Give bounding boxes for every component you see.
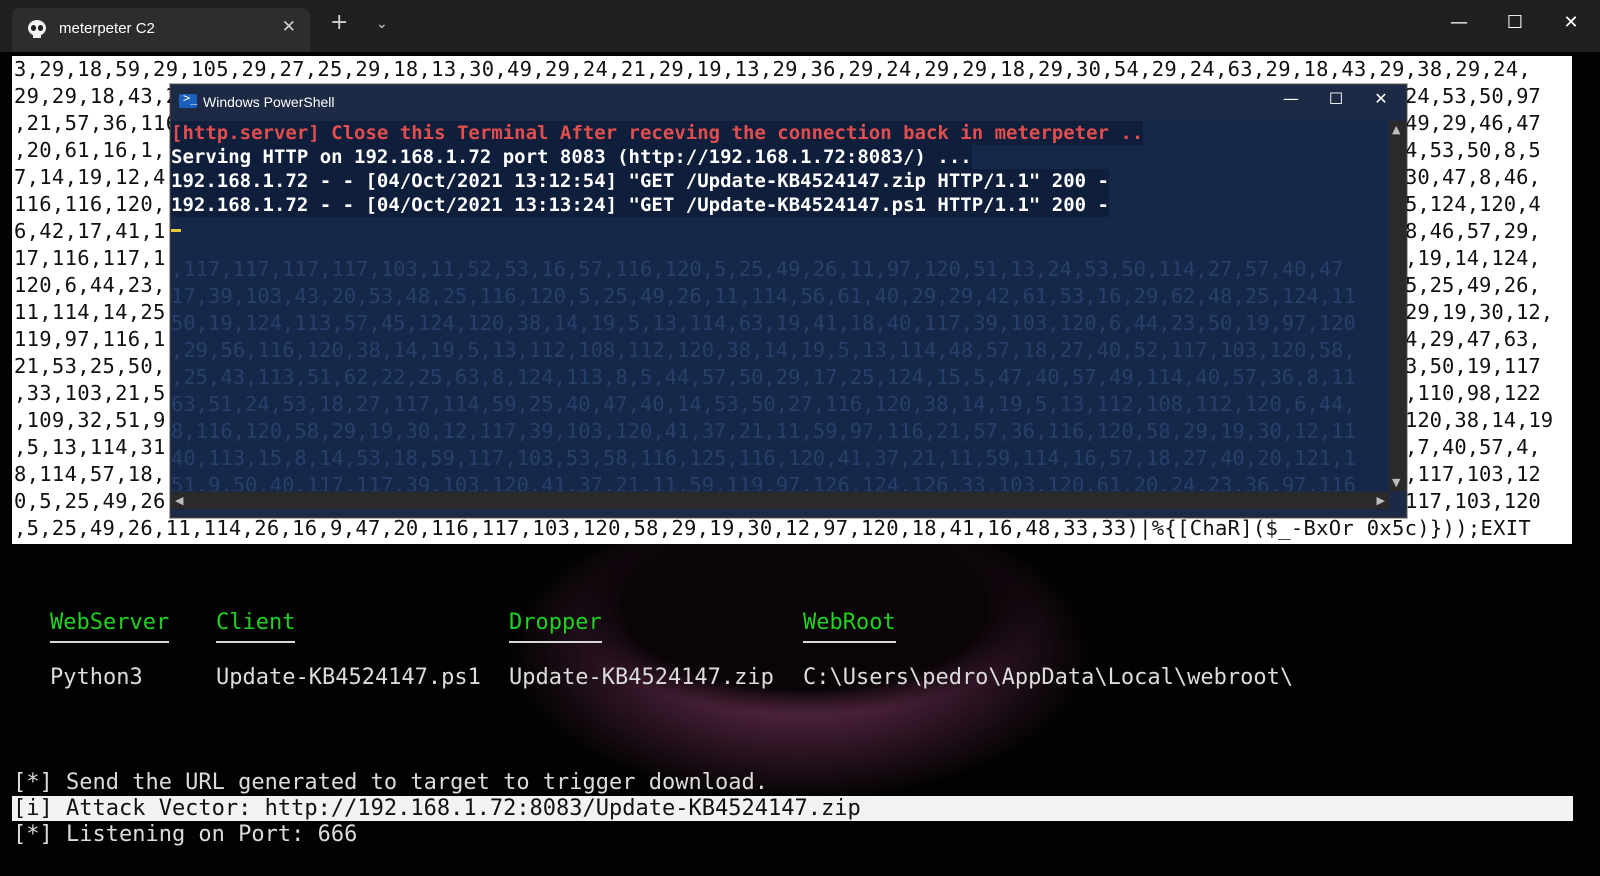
scroll-left-icon[interactable]: ◀ [175, 494, 183, 507]
title-bar: meterpeter C2 ✕ + ⌄ — ☐ ✕ [0, 0, 1600, 52]
scroll-up-icon[interactable]: ▲ [1392, 123, 1400, 136]
skull-icon [28, 20, 46, 38]
maximize-button[interactable]: ☐ [1492, 8, 1538, 38]
close-button[interactable]: ✕ [1548, 8, 1594, 38]
console-bg-line: ,117,117,117,117,103,11,52,53,16,57,116,… [171, 257, 1344, 281]
payload-right-line [1405, 515, 1572, 542]
horizontal-scrollbar[interactable]: ◀ ▶ [171, 492, 1389, 509]
console-line: 192.168.1.72 - - [04/Oct/2021 13:13:24] … [171, 193, 1109, 217]
scroll-down-icon[interactable]: ▼ [1392, 476, 1400, 489]
console-bg-line: 17,39,103,43,20,53,48,25,116,120,5,25,49… [171, 284, 1356, 308]
chevron-down-icon[interactable]: ⌄ [376, 16, 388, 32]
console-output: [http.server] Close this Terminal After … [171, 121, 1389, 232]
console-bg-line: 40,113,15,8,14,53,18,59,117,103,53,58,11… [171, 446, 1356, 470]
status-send-url: [*] Send the URL generated to target to … [13, 770, 768, 795]
console-bg-line: 50,19,124,113,57,45,124,120,38,14,19,5,1… [171, 311, 1356, 335]
payload-right-line: 117,103,120 [1405, 489, 1541, 513]
payload-right-line: 30,47,8,46, [1405, 165, 1541, 189]
header-dropper: Dropper [509, 610, 602, 643]
console-bg-line: ,25,43,113,51,62,22,25,63,8,124,113,8,5,… [171, 365, 1356, 389]
tab-title: meterpeter C2 [59, 20, 155, 37]
payload-right-line: 5,124,120,4 [1405, 192, 1541, 216]
payload-line: ,5,25,49,26,11,114,26,16,9,47,20,116,117… [14, 516, 1532, 540]
console-line: 192.168.1.72 - - [04/Oct/2021 13:12:54] … [171, 169, 1109, 193]
console-line: Serving HTTP on 192.168.1.72 port 8083 (… [171, 145, 972, 169]
payload-right-line: ,7,40,57,4, [1405, 435, 1541, 459]
payload-right-column: 24,53,50,97 49,29,46,47 4,53,50,8,5 30,47,8… [1405, 56, 1572, 544]
payload-right-line: 8,46,57,29, [1405, 219, 1541, 243]
payload-right-line: ,19,14,124, [1405, 246, 1541, 270]
terminal-tab[interactable]: meterpeter C2 ✕ [12, 8, 310, 52]
console-bg-line: 63,51,24,53,18,27,117,114,59,25,40,47,40… [171, 392, 1356, 416]
header-webroot: WebRoot [803, 610, 896, 643]
value-dropper: Update-KB4524147.zip [509, 665, 774, 690]
value-client: Update-KB4524147.ps1 [216, 665, 481, 690]
console-bg-line [171, 229, 1389, 256]
ps-close-button[interactable]: ✕ [1361, 89, 1401, 108]
header-client: Client [216, 610, 296, 643]
payload-right-line: 3,50,19,117 [1405, 354, 1541, 378]
console-line: [http.server] Close this Terminal After … [171, 121, 1144, 145]
vertical-scrollbar[interactable]: ▲ ▼ [1389, 121, 1406, 491]
minimize-button[interactable]: — [1436, 8, 1482, 38]
payload-right-line: ,117,103,12 [1405, 462, 1541, 486]
ps-minimize-button[interactable]: — [1271, 89, 1311, 108]
value-webroot: C:\Users\pedro\AppData\Local\webroot\ [803, 665, 1294, 690]
payload-right-line [1405, 56, 1572, 83]
powershell-title: Windows PowerShell [203, 94, 335, 110]
console-bg-line: 8,116,120,58,29,19,30,12,117,39,103,120,… [171, 419, 1356, 443]
value-webserver: Python3 [50, 665, 143, 690]
powershell-titlebar[interactable]: >_ Windows PowerShell — ☐ ✕ [171, 85, 1406, 119]
ps-maximize-button[interactable]: ☐ [1316, 89, 1356, 108]
powershell-console[interactable]: ,117,117,117,117,103,11,52,53,16,57,116,… [171, 121, 1389, 491]
status-attack-vector[interactable]: [i] Attack Vector: http://192.168.1.72:8… [12, 796, 1573, 821]
payload-right-line: 29,19,30,12, [1405, 300, 1554, 324]
tab-close-icon[interactable]: ✕ [282, 17, 296, 37]
payload-right-line: 4,29,47,63, [1405, 327, 1541, 351]
console-bg-line: ,29,56,116,120,38,14,19,5,13,112,108,112… [171, 338, 1356, 362]
powershell-icon: >_ [179, 91, 197, 108]
header-webserver: WebServer [50, 610, 170, 643]
payload-right-line: 5,25,49,26, [1405, 273, 1541, 297]
payload-line: 3,29,18,59,29,105,29,27,25,29,18,13,30,4… [14, 57, 1532, 81]
payload-right-line: 49,29,46,47 [1405, 111, 1541, 135]
status-listening: [*] Listening on Port: 666 [13, 822, 358, 847]
scroll-right-icon[interactable]: ▶ [1377, 494, 1385, 507]
powershell-window[interactable]: >_ Windows PowerShell — ☐ ✕ ,117,117,117… [170, 84, 1407, 518]
payload-right-line: 4,53,50,8,5 [1405, 138, 1541, 162]
new-tab-button[interactable]: + [330, 10, 348, 35]
payload-right-line: ,110,98,122 [1405, 381, 1541, 405]
console-bg-line: 51,9,50,40,117,117,39,103,120,41,37,21,1… [171, 473, 1356, 491]
payload-right-line: 120,38,14,19 [1405, 408, 1554, 432]
payload-right-line: 24,53,50,97 [1405, 84, 1541, 108]
console-cursor [171, 229, 181, 232]
